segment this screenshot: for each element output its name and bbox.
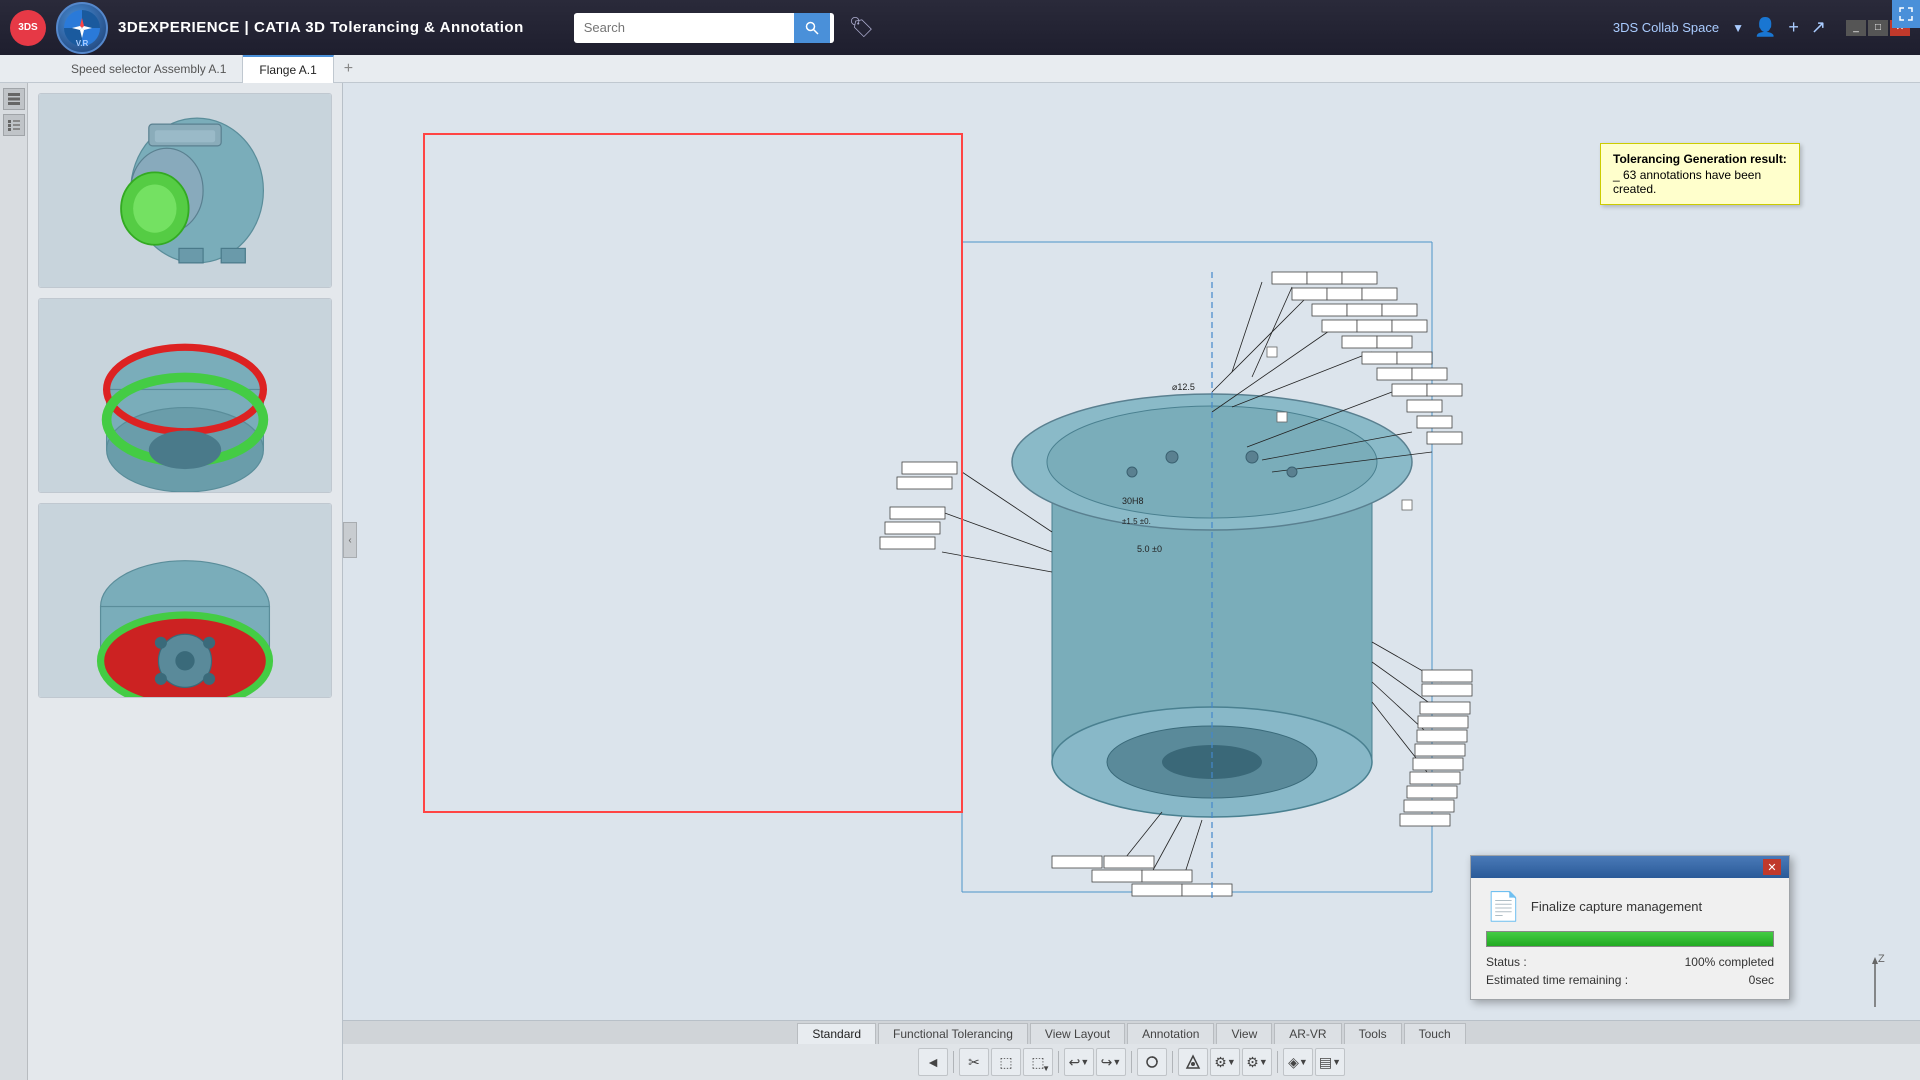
thumbnail-2[interactable] (38, 298, 332, 493)
search-input[interactable] (574, 14, 794, 41)
toolbar-tab-annotation[interactable]: Annotation (1127, 1023, 1214, 1044)
rotate-button[interactable] (1137, 1048, 1167, 1076)
progress-dialog: ✕ 📄 Finalize capture management Status :… (1470, 855, 1790, 1000)
toolbar-tab-row: Standard Functional Tolerancing View Lay… (343, 1021, 1920, 1044)
user-icon[interactable]: 👤 (1754, 17, 1776, 38)
display-button[interactable]: ◈▼ (1283, 1048, 1313, 1076)
toolbar-tab-arvr[interactable]: AR-VR (1274, 1023, 1341, 1044)
progress-dialog-content: 📄 Finalize capture management Status : 1… (1471, 878, 1789, 999)
search-bar (574, 13, 834, 43)
app-title: 3DEXPERIENCE | CATIA 3D Tolerancing & An… (118, 19, 524, 36)
add-icon[interactable]: + (1788, 17, 1799, 38)
copy-button[interactable]: ⬚ (991, 1048, 1021, 1076)
progress-status-label: Status : (1486, 955, 1527, 969)
sidebar-icon-history[interactable] (3, 88, 25, 110)
maximize-button[interactable]: □ (1868, 20, 1888, 36)
axis-indicator: Z (1850, 952, 1900, 1015)
progress-bar-track (1486, 931, 1774, 947)
thumbnail-panel (28, 83, 343, 1080)
sidebar-icon-tree[interactable] (3, 114, 25, 136)
collab-space-chevron-icon: ▼ (1732, 21, 1744, 35)
toolbar-arrow-button[interactable]: ◄ (918, 1048, 948, 1076)
progress-document-icon: 📄 (1486, 890, 1521, 923)
toolbar-separator-3 (1131, 1051, 1132, 1073)
titlebar-icons: 👤 + ↗ (1754, 17, 1826, 38)
progress-status-row: Status : 100% completed (1486, 955, 1774, 969)
toolbar-tab-view[interactable]: View (1216, 1023, 1272, 1044)
options-button[interactable]: ⚙▼ (1242, 1048, 1272, 1076)
compass-icon (70, 16, 94, 40)
tab-add-button[interactable]: + (334, 60, 363, 78)
progress-time-row: Estimated time remaining : 0sec (1486, 973, 1774, 987)
app-logo: 3DS (10, 10, 46, 46)
search-icon (805, 21, 819, 35)
compass-vr-label: V.R (76, 39, 89, 48)
progress-dialog-title: Finalize capture management (1531, 899, 1702, 914)
toolbar-separator-4 (1172, 1051, 1173, 1073)
tooltip-line2: _ 63 annotations have been created. (1613, 168, 1787, 196)
annotation-tooltip: Tolerancing Generation result: _ 63 anno… (1600, 143, 1800, 205)
thumbnail-1[interactable] (38, 93, 332, 288)
svg-text:⌀12.5: ⌀12.5 (1172, 382, 1195, 392)
tab-flange[interactable]: Flange A.1 (243, 55, 333, 83)
3d-model-svg: ⌀12.5 30H8 ±1.5 ±0. 5.0 ±0 ⌀15.0 / ⌀4 1.… (782, 192, 1482, 912)
toolbar-tab-touch[interactable]: Touch (1404, 1023, 1466, 1044)
toolbar-separator-1 (953, 1051, 954, 1073)
progress-icon-row: 📄 Finalize capture management (1486, 890, 1774, 923)
collab-space-label[interactable]: 3DS Collab Space (1613, 20, 1719, 35)
main-viewport[interactable]: Tolerancing Generation result: _ 63 anno… (343, 83, 1920, 1080)
tooltip-line1: Tolerancing Generation result: (1613, 152, 1787, 166)
view-button[interactable]: ▤▼ (1315, 1048, 1345, 1076)
svg-text:5.0 ±0: 5.0 ±0 (1137, 544, 1162, 554)
svg-text:Z: Z (1878, 953, 1885, 965)
snap-button[interactable] (1178, 1048, 1208, 1076)
svg-text:±1.5 ±0.: ±1.5 ±0. (1122, 517, 1151, 526)
thumbnail-3[interactable] (38, 503, 332, 698)
toolbar-tab-standard[interactable]: Standard (797, 1023, 876, 1044)
settings-button[interactable]: ⚙▼ (1210, 1048, 1240, 1076)
left-sidebar-icons (0, 83, 28, 1080)
paste-button[interactable]: ⬚▼ (1023, 1048, 1053, 1076)
toolbar-tab-viewlayout[interactable]: View Layout (1030, 1023, 1125, 1044)
tag-button[interactable]: 🏷 (849, 15, 874, 40)
tabbar: Speed selector Assembly A.1 Flange A.1 + (0, 55, 1920, 83)
panel-collapse-button[interactable]: ‹ (343, 522, 357, 558)
minimize-button[interactable]: _ (1846, 20, 1866, 36)
toolbar-separator-2 (1058, 1051, 1059, 1073)
progress-time-value: 0sec (1749, 973, 1774, 987)
toolbar-tab-tools[interactable]: Tools (1344, 1023, 1402, 1044)
cut-button[interactable]: ✂ (959, 1048, 989, 1076)
bottom-toolbar: Standard Functional Tolerancing View Lay… (343, 1020, 1920, 1080)
toolbar-separator-5 (1277, 1051, 1278, 1073)
redo-button[interactable]: ↪▼ (1096, 1048, 1126, 1076)
search-button[interactable] (794, 13, 830, 43)
titlebar: 3DS V.R 3DEXPERIENCE | CATIA 3D Toleranc… (0, 0, 1920, 55)
progress-time-label: Estimated time remaining : (1486, 973, 1628, 987)
compass-button[interactable]: V.R (56, 2, 108, 54)
toolbar-tab-functional[interactable]: Functional Tolerancing (878, 1023, 1028, 1044)
progress-status-value: 100% completed (1685, 955, 1774, 969)
progress-bar-fill (1487, 932, 1773, 946)
tab-speed-selector[interactable]: Speed selector Assembly A.1 (55, 55, 243, 83)
progress-dialog-titlebar: ✕ (1471, 856, 1789, 878)
main-area: ‹ Tolerancing Generation result: _ 63 an… (0, 83, 1920, 1080)
expand-icon[interactable] (1892, 0, 1920, 28)
share-icon[interactable]: ↗ (1811, 17, 1826, 38)
svg-text:30H8: 30H8 (1122, 496, 1144, 506)
progress-close-button[interactable]: ✕ (1763, 859, 1781, 875)
toolbar-icon-row: ◄ ✂ ⬚ ⬚▼ ↩▼ ↪▼ (343, 1044, 1920, 1080)
undo-button[interactable]: ↩▼ (1064, 1048, 1094, 1076)
